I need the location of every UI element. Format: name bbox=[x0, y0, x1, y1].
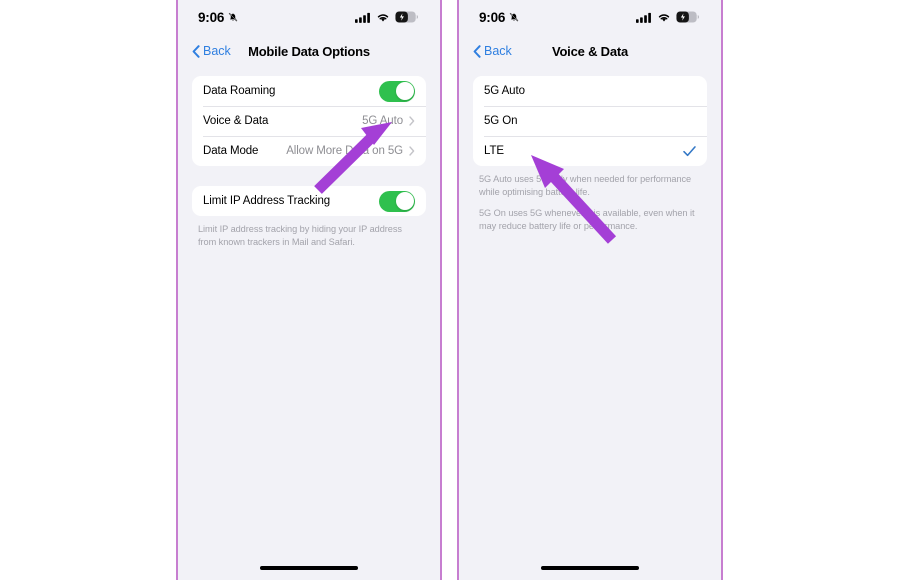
settings-group-privacy: Limit IP Address Tracking bbox=[192, 186, 426, 216]
phone-screen-voice-and-data: 9:06 Back Voice & Data 5G Auto 5G On LTE… bbox=[457, 0, 723, 580]
settings-group-data: Data Roaming Voice & Data 5G Auto Data M… bbox=[192, 76, 426, 166]
limit-ip-tracking-toggle[interactable] bbox=[379, 190, 415, 212]
chevron-left-icon bbox=[192, 44, 200, 58]
row-control: 5G Auto bbox=[362, 115, 415, 127]
back-button-label: Back bbox=[203, 44, 231, 58]
home-indicator bbox=[541, 566, 639, 570]
row-value: Allow More Data on 5G bbox=[286, 145, 403, 157]
status-bar-right bbox=[636, 11, 699, 23]
status-bar: 9:06 bbox=[178, 0, 440, 34]
chevron-right-icon bbox=[409, 146, 415, 156]
status-bar: 9:06 bbox=[459, 0, 721, 34]
wifi-icon bbox=[377, 13, 389, 22]
status-bar-left: 9:06 bbox=[479, 10, 520, 25]
voice-and-data-options-group: 5G Auto 5G On LTE bbox=[473, 76, 707, 166]
status-bar-clock: 9:06 bbox=[479, 9, 506, 25]
toggle-knob bbox=[395, 192, 414, 210]
back-button[interactable]: Back bbox=[192, 44, 231, 58]
navigation-bar: Back Voice & Data bbox=[459, 34, 721, 68]
status-bar-left: 9:06 bbox=[198, 10, 239, 25]
back-button-label: Back bbox=[484, 44, 512, 58]
battery-charging-icon bbox=[395, 11, 418, 23]
data-roaming-toggle[interactable] bbox=[379, 80, 415, 102]
row-label: Data Roaming bbox=[203, 85, 276, 97]
toggle-knob bbox=[395, 82, 414, 100]
checkmark-icon bbox=[683, 145, 696, 156]
chevron-left-icon bbox=[473, 44, 481, 58]
row-control: Allow More Data on 5G bbox=[286, 145, 415, 157]
back-button[interactable]: Back bbox=[473, 44, 512, 58]
status-bar-right bbox=[355, 11, 418, 23]
screenshot-canvas: 9:06 Back Mobile Data Options Data Roami… bbox=[0, 0, 915, 580]
row-label: LTE bbox=[484, 145, 504, 157]
row-limit-ip-address-tracking[interactable]: Limit IP Address Tracking bbox=[192, 186, 426, 216]
chevron-right-icon bbox=[409, 116, 415, 126]
row-label: 5G Auto bbox=[484, 85, 525, 97]
option-5g-on[interactable]: 5G On bbox=[473, 106, 707, 136]
bell-slash-icon bbox=[229, 12, 238, 22]
footer-paragraph: 5G On uses 5G whenever it is available, … bbox=[479, 208, 695, 232]
row-control bbox=[379, 80, 415, 102]
wifi-icon bbox=[658, 13, 670, 22]
cellular-signal-icon bbox=[636, 12, 651, 23]
footer-paragraph: 5G Auto uses 5G only when needed for per… bbox=[479, 174, 692, 197]
settings-content: Data Roaming Voice & Data 5G Auto Data M… bbox=[178, 68, 440, 248]
group-footer-voice-and-data: 5G Auto uses 5G only when needed for per… bbox=[473, 173, 707, 233]
row-label: Data Mode bbox=[203, 145, 259, 157]
status-bar-clock: 9:06 bbox=[198, 9, 225, 25]
option-5g-auto[interactable]: 5G Auto bbox=[473, 76, 707, 106]
row-data-mode[interactable]: Data Mode Allow More Data on 5G bbox=[192, 136, 426, 166]
phone-screen-mobile-data-options: 9:06 Back Mobile Data Options Data Roami… bbox=[176, 0, 442, 580]
row-data-roaming[interactable]: Data Roaming bbox=[192, 76, 426, 106]
bell-slash-icon bbox=[510, 12, 519, 22]
cellular-signal-icon bbox=[355, 12, 370, 23]
row-label: Limit IP Address Tracking bbox=[203, 195, 331, 207]
row-label: Voice & Data bbox=[203, 115, 269, 127]
row-voice-and-data[interactable]: Voice & Data 5G Auto bbox=[192, 106, 426, 136]
footer-paragraph: Limit IP address tracking by hiding your… bbox=[198, 224, 402, 247]
row-label: 5G On bbox=[484, 115, 518, 127]
navigation-bar: Back Mobile Data Options bbox=[178, 34, 440, 68]
row-control bbox=[379, 190, 415, 212]
settings-content: 5G Auto 5G On LTE 5G Auto uses 5G only w… bbox=[459, 68, 721, 233]
row-value: 5G Auto bbox=[362, 115, 403, 127]
option-lte[interactable]: LTE bbox=[473, 136, 707, 166]
group-footer-privacy: Limit IP address tracking by hiding your… bbox=[192, 223, 426, 248]
battery-charging-icon bbox=[676, 11, 699, 23]
home-indicator bbox=[260, 566, 358, 570]
